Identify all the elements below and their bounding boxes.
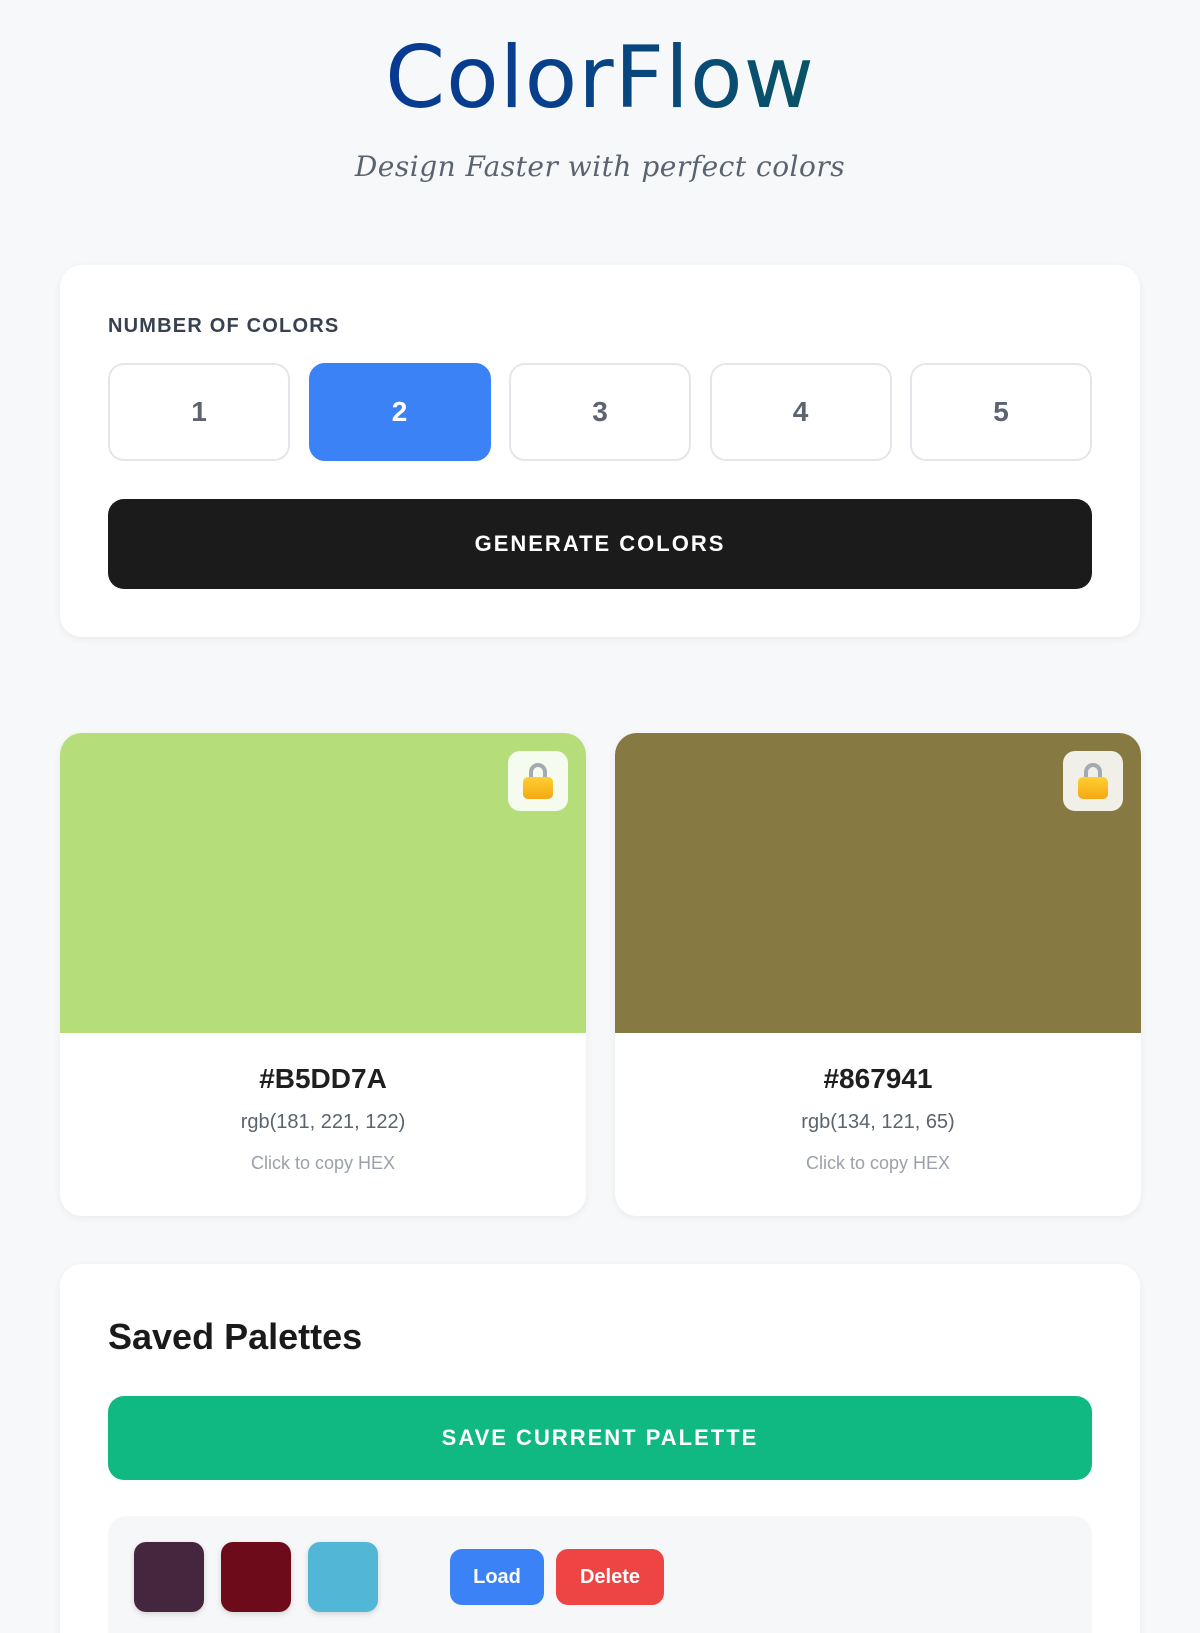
lock-icon — [523, 763, 553, 799]
saved-palettes-card: Saved Palettes SAVE CURRENT PALETTE Load… — [60, 1264, 1140, 1633]
saved-palette-swatch[interactable] — [221, 1542, 291, 1612]
saved-palette-swatch[interactable] — [308, 1542, 378, 1612]
copy-hex-hint: Click to copy HEX — [805, 1153, 951, 1173]
copy-hex-hint: Click to copy HEX — [250, 1153, 396, 1173]
tagline: Design Faster with perfect colors — [354, 150, 846, 183]
saved-palette-swatch[interactable] — [134, 1542, 204, 1612]
color-swatch-card[interactable]: #B5DD7A rgb(181, 221, 122) Click to copy… — [60, 733, 586, 1216]
count-button-1[interactable]: 1 — [108, 363, 290, 461]
number-of-colors-label: NUMBER OF COLORS — [108, 315, 340, 337]
count-button-3[interactable]: 3 — [509, 363, 691, 461]
generate-colors-button[interactable]: GENERATE COLORS — [108, 499, 1092, 589]
color-swatch-card[interactable]: #867941 rgb(134, 121, 65) Click to copy … — [615, 733, 1141, 1216]
delete-palette-button[interactable]: Delete — [556, 1549, 664, 1605]
lock-button[interactable] — [1063, 751, 1123, 811]
swatch-rgb-value: rgb(134, 121, 65) — [801, 1111, 955, 1133]
app-logo-title: ColorFlow — [0, 28, 1200, 128]
count-button-5[interactable]: 5 — [910, 363, 1092, 461]
controls-card: NUMBER OF COLORS 1 2 3 4 5 GENERATE COLO… — [60, 265, 1140, 637]
lock-icon — [1078, 763, 1108, 799]
saved-palettes-title: Saved Palettes — [108, 1316, 363, 1357]
count-button-2[interactable]: 2 — [308, 363, 491, 461]
lock-button[interactable] — [508, 751, 568, 811]
load-palette-button[interactable]: Load — [450, 1549, 544, 1605]
saved-palette-item: Load Delete — [108, 1516, 1092, 1633]
swatch-hex-value[interactable]: #867941 — [615, 1063, 1141, 1095]
swatch-hex-value[interactable]: #B5DD7A — [60, 1063, 586, 1095]
save-current-palette-button[interactable]: SAVE CURRENT PALETTE — [108, 1396, 1092, 1480]
count-button-4[interactable]: 4 — [709, 363, 892, 461]
color-count-selector: 1 2 3 4 5 — [108, 363, 1092, 461]
swatch-rgb-value: rgb(181, 221, 122) — [240, 1111, 406, 1133]
